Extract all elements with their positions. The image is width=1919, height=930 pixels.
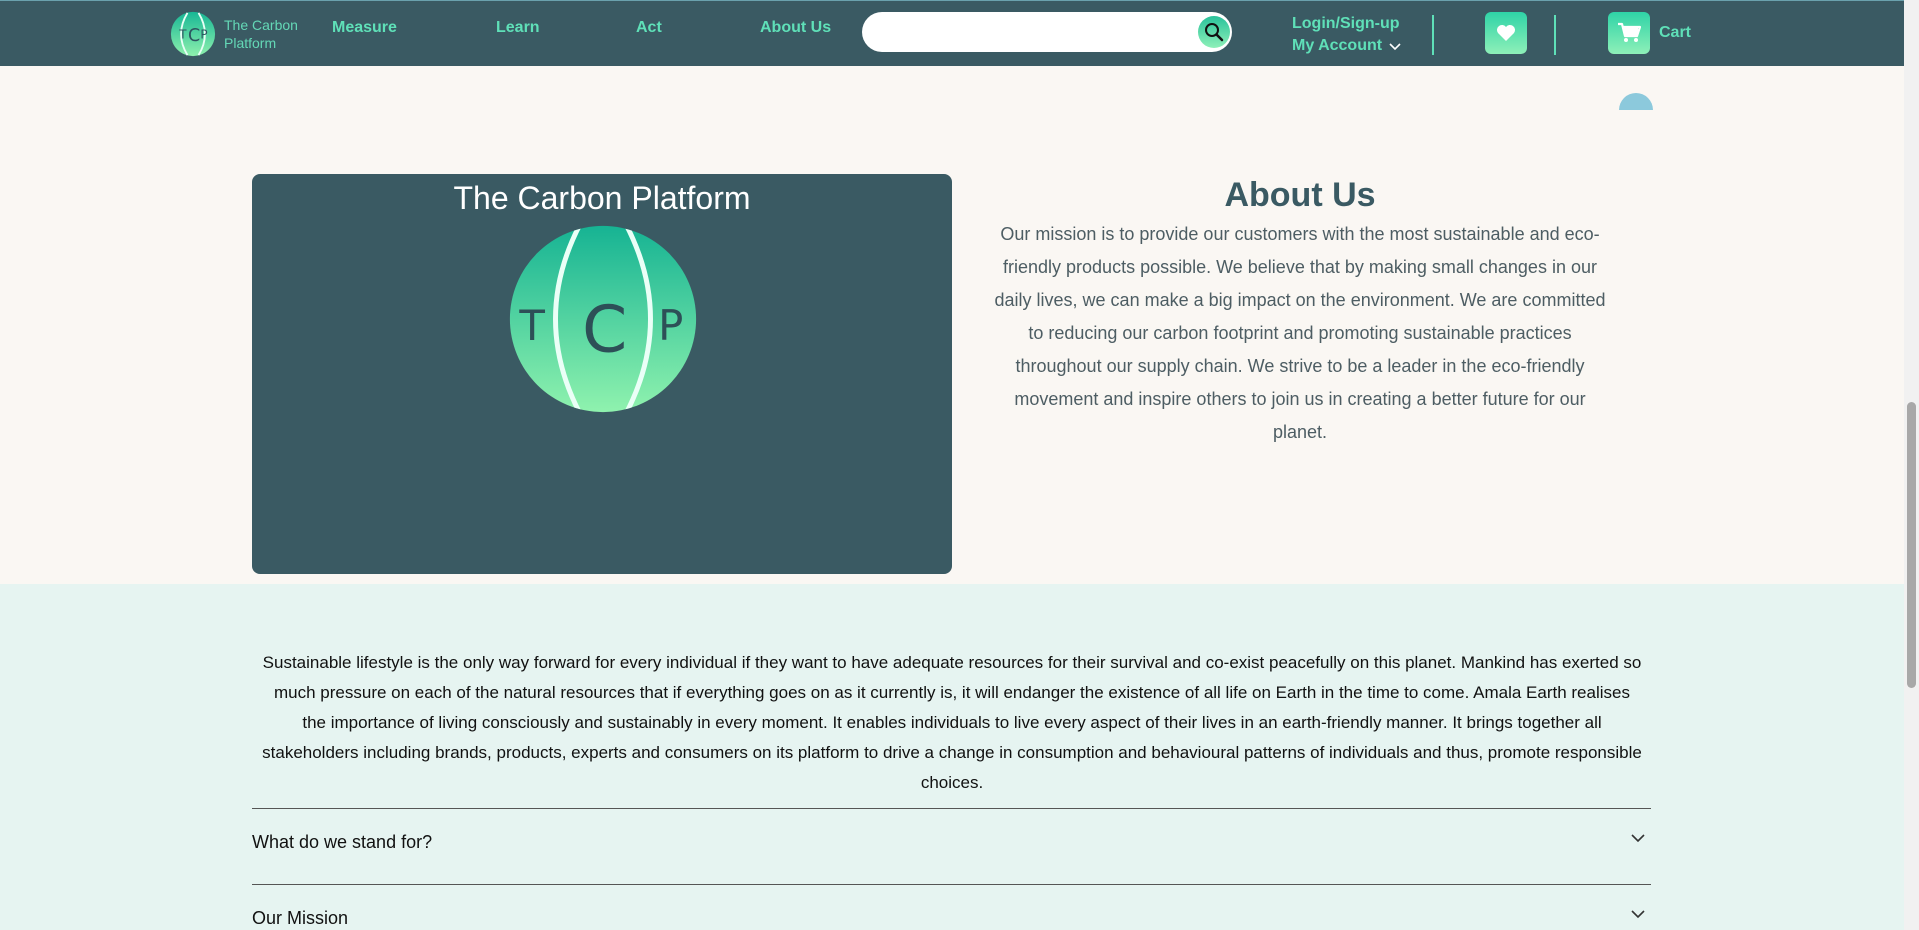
- chevron-down-icon[interactable]: [1628, 904, 1648, 924]
- faq-divider: [252, 884, 1651, 885]
- search-button[interactable]: [1198, 16, 1230, 48]
- my-account-label: My Account: [1292, 37, 1383, 54]
- wishlist-button[interactable]: [1485, 12, 1527, 54]
- logo-letter-t: T: [518, 301, 545, 350]
- account-menu[interactable]: Login/Sign-up My Account: [1292, 13, 1402, 57]
- tcp-logo-icon: T C P: [170, 11, 216, 57]
- heart-icon: [1497, 25, 1515, 41]
- search-input[interactable]: [878, 18, 1182, 48]
- nav-divider: [1554, 15, 1556, 55]
- nav-divider: [1432, 15, 1434, 55]
- scrollbar-thumb[interactable]: [1907, 402, 1916, 688]
- cart-label[interactable]: Cart: [1659, 24, 1691, 42]
- page-scrollbar[interactable]: [1904, 0, 1919, 930]
- card-title: The Carbon Platform: [453, 180, 751, 216]
- nav-act[interactable]: Act: [636, 19, 662, 37]
- tcp-logo-large-icon: T C P: [509, 225, 697, 413]
- brand-link[interactable]: T C P The Carbon Platform: [170, 11, 304, 57]
- chevron-down-icon[interactable]: [1628, 828, 1648, 848]
- about-card: The Carbon Platform T C P: [252, 174, 952, 574]
- brand-name-line2: Platform: [224, 35, 277, 51]
- chevron-down-icon: [1389, 43, 1401, 51]
- svg-text:C: C: [188, 26, 200, 46]
- search-bar: [862, 12, 1232, 52]
- about-heading: About Us: [1224, 176, 1376, 214]
- nav-measure[interactable]: Measure: [332, 19, 397, 37]
- faq-item-our-mission[interactable]: Our Mission: [252, 908, 348, 929]
- login-signup-link[interactable]: Login/Sign-up: [1292, 13, 1402, 35]
- brand-name-line1: The Carbon: [224, 17, 298, 33]
- search-icon: [1205, 23, 1224, 42]
- svg-text:P: P: [200, 28, 207, 42]
- brand-name: The Carbon Platform: [224, 16, 304, 52]
- nav-about-us[interactable]: About Us: [760, 19, 831, 37]
- faq-item-stand-for[interactable]: What do we stand for?: [252, 832, 432, 853]
- svg-text:T: T: [178, 28, 187, 42]
- top-navbar: T C P The Carbon Platform Measure Learn …: [0, 0, 1904, 66]
- my-account-dropdown[interactable]: My Account: [1292, 35, 1402, 57]
- faq-divider: [252, 808, 1651, 809]
- logo-letter-c: C: [582, 292, 627, 367]
- logo-letter-p: P: [658, 301, 683, 350]
- cart-button[interactable]: [1608, 12, 1650, 54]
- cart-icon: [1618, 22, 1641, 42]
- about-body-text: Our mission is to provide our customers …: [994, 224, 1606, 442]
- intro-paragraph: Sustainable lifestyle is the only way fo…: [262, 653, 1642, 792]
- nav-learn[interactable]: Learn: [496, 19, 540, 37]
